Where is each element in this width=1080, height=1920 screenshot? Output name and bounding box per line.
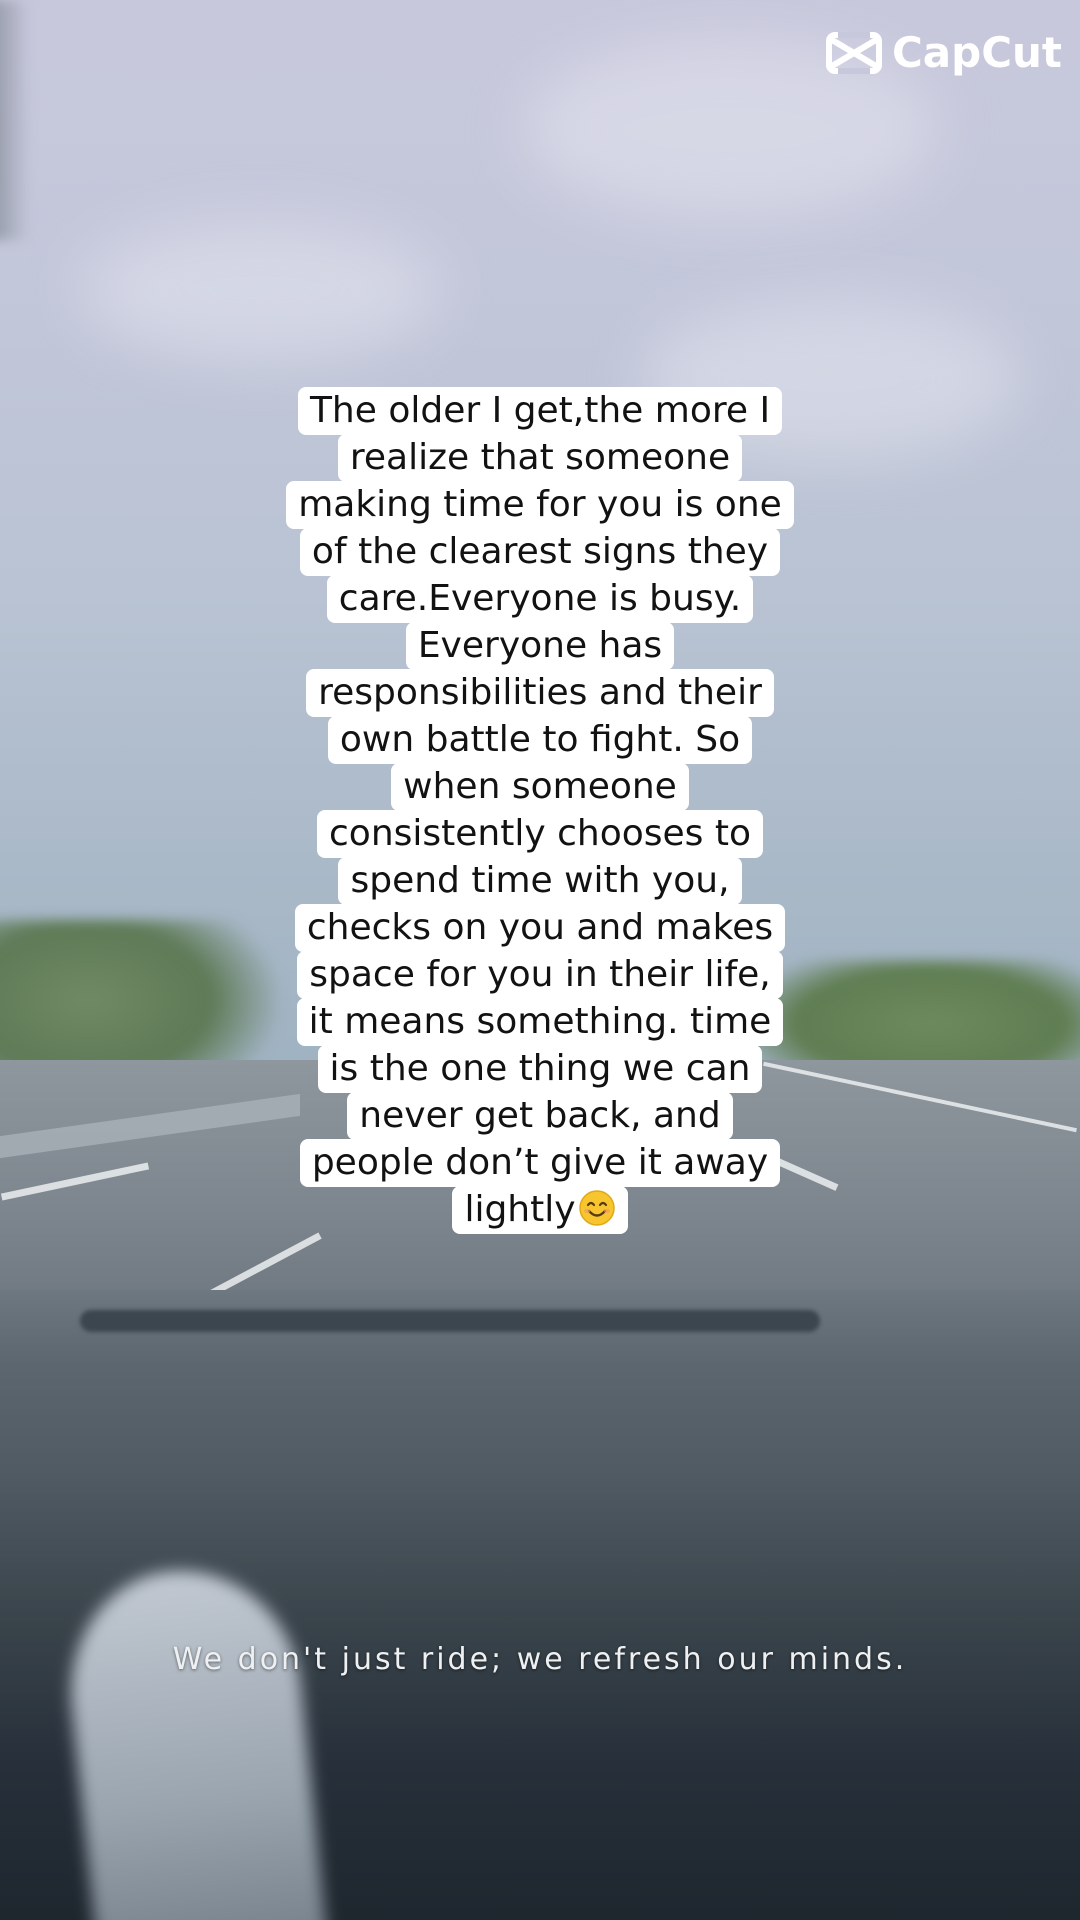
- caption-line-text: Everyone has: [417, 625, 663, 666]
- brand-name: CapCut: [891, 28, 1062, 77]
- dashboard-vent: [80, 1310, 820, 1332]
- caption-line-text: people don’t give it away: [311, 1142, 769, 1183]
- caption-line: when someone: [391, 763, 689, 811]
- caption-line: own battle to fight. So: [327, 716, 753, 764]
- subtitle: We don't just ride; we refresh our minds…: [172, 1642, 908, 1677]
- caption-line: checks on you and makes: [294, 904, 786, 952]
- caption-line-text: when someone: [403, 766, 677, 807]
- caption-line: responsibilities and their: [306, 669, 774, 717]
- caption-line-text: spend time with you,: [350, 860, 730, 901]
- caption-line-text: responsibilities and their: [318, 672, 762, 713]
- caption-line-text: own battle to fight. So: [339, 719, 741, 760]
- caption-line: consistently chooses to: [317, 810, 763, 858]
- capcut-watermark: CapCut: [825, 28, 1062, 77]
- smiling-face-emoji: [578, 1189, 616, 1227]
- caption-line: spend time with you,: [338, 857, 742, 905]
- caption-line: of the clearest signs they: [299, 528, 781, 576]
- caption-line-text: realize that someone: [349, 437, 731, 478]
- caption-line: never get back, and: [347, 1092, 733, 1140]
- cloud: [80, 220, 440, 360]
- caption-line-text: it means something. time: [308, 1001, 772, 1042]
- caption-line-text: making time for you is one: [298, 484, 782, 525]
- caption-line: is the one thing we can: [317, 1045, 763, 1093]
- window-pillar: [0, 0, 30, 240]
- caption-line: lightly: [452, 1186, 628, 1234]
- caption-line-text: never get back, and: [359, 1095, 721, 1136]
- caption-line: making time for you is one: [286, 481, 794, 529]
- caption-line-text: of the clearest signs they: [311, 531, 769, 572]
- caption-line: care.Everyone is busy.: [326, 575, 754, 623]
- video-frame: CapCut The older I get,the more I realize…: [0, 0, 1080, 1920]
- caption-line: people don’t give it away: [299, 1139, 781, 1187]
- caption-line: it means something. time: [296, 998, 784, 1046]
- caption-line: Everyone has: [405, 622, 675, 670]
- caption-line-text: checks on you and makes: [306, 907, 774, 948]
- caption-line-text: consistently chooses to: [329, 813, 751, 854]
- caption-line: space for you in their life,: [297, 951, 783, 999]
- caption-line-text: lightly: [464, 1189, 576, 1230]
- caption-line-text: space for you in their life,: [309, 954, 771, 995]
- caption-line-text: The older I get,the more I: [309, 390, 771, 431]
- caption-line-text: is the one thing we can: [329, 1048, 751, 1089]
- capcut-logo-icon: [825, 31, 882, 74]
- caption-line-text: care.Everyone is busy.: [338, 578, 742, 619]
- caption-line: The older I get,the more I: [297, 387, 783, 435]
- caption-line: realize that someone: [337, 434, 743, 482]
- caption-block: The older I get,the more I realize that s…: [140, 387, 940, 1234]
